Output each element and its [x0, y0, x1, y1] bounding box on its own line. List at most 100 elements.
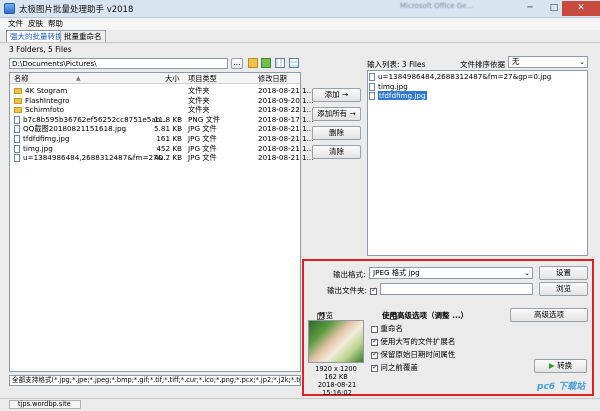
file-icon — [14, 115, 20, 124]
menu-bar: 文件 皮肤 帮助 — [0, 18, 600, 30]
menu-file[interactable]: 文件 — [6, 18, 25, 30]
file-name: Schirmfoto — [25, 105, 65, 115]
option-checkbox[interactable] — [371, 350, 378, 359]
option-label: 重命名 — [380, 324, 403, 333]
chevron-down-icon: ⌄ — [524, 269, 530, 277]
input-list-label: 输入列表: 3 Files — [367, 60, 426, 69]
file-type: JPG 文件 — [188, 153, 217, 163]
convert-button[interactable]: ▶ 转换 — [534, 359, 587, 373]
file-row[interactable]: FlashIntegro 文件夹 2018-09-20 1... — [10, 95, 313, 106]
view-icons-icon[interactable] — [275, 58, 285, 68]
sort-select[interactable]: 无 ⌄ — [508, 56, 588, 68]
input-item-name: timg.jpg — [378, 81, 408, 91]
file-date: 2018-08-21 1... — [258, 86, 314, 95]
file-date: 2018-08-21 1... — [258, 153, 314, 163]
file-row[interactable]: timg.jpg 452 KB JPG 文件 2018-08-21 1... — [10, 143, 313, 154]
input-list-item[interactable]: tfdfdfimg.jpg — [369, 91, 427, 101]
file-date: 2018-08-22 1... — [258, 105, 314, 115]
file-icon — [14, 144, 20, 153]
advanced-options-label: 使用高级选项（调整 ...） — [382, 311, 469, 320]
option-row: 保留原始日期时间属性 — [371, 350, 455, 360]
preview-date: 2018-08-21 15:16:02 — [317, 381, 357, 397]
file-type: JPG 文件 — [188, 134, 217, 143]
sort-select-value: 无 — [512, 57, 520, 66]
output-folder-input[interactable] — [380, 283, 533, 295]
file-filter-select[interactable]: 全部支持格式(*.jpg;*.jpe;*.jpeg;*.bmp;*.gif;*.… — [9, 375, 301, 386]
minimize-button[interactable]: ─ — [518, 1, 542, 16]
menu-skin[interactable]: 皮肤 — [26, 18, 45, 30]
preview-image — [308, 320, 364, 363]
option-row: 使用大写的文件扩展名 — [371, 337, 455, 347]
file-rows: 4K Stogram 文件夹 2018-08-21 1... FlashIntegro… — [10, 86, 313, 206]
file-type: 文件夹 — [188, 95, 210, 105]
folder-icon — [14, 88, 22, 94]
file-row[interactable]: QQ截图20180821151618.jpg 5.81 KB JPG 文件 2018-… — [10, 124, 313, 134]
path-input[interactable]: D:\Documents\Pictures\ — [9, 58, 228, 69]
clear-button[interactable]: 清除 — [312, 145, 361, 159]
output-settings-panel: 输出格式: JPEG 格式 jpg ⌄ 设置 输出文件夹: 浏览 预览 1920… — [302, 259, 594, 397]
file-row[interactable]: Schirmfoto 文件夹 2018-08-22 1... — [10, 105, 313, 115]
input-item-name: tfdfdfimg.jpg — [378, 91, 427, 101]
option-list: 重命名 使用大写的文件扩展名 保留原始日期时间属性 问之前覆盖 — [371, 324, 521, 376]
view-details-icon[interactable] — [289, 58, 299, 68]
remove-button[interactable]: 删除 — [312, 126, 361, 140]
tab-divider — [0, 42, 600, 43]
option-checkbox[interactable] — [371, 363, 378, 372]
file-name: b7c8b595b36762ef56252cc8751e5ab... — [23, 114, 168, 124]
tab-batch-convert[interactable]: 强大的批量转换 — [6, 30, 67, 42]
file-icon — [14, 125, 20, 134]
folder-summary: 3 Folders, 5 Files — [9, 45, 72, 54]
file-type: PNG 文件 — [188, 114, 220, 124]
input-list-item[interactable]: u=1384986484,2688312487&fm=27&gp=0.jpg — [369, 72, 551, 82]
file-row[interactable]: 4K Stogram 文件夹 2018-08-21 1... — [10, 86, 313, 96]
add-all-button[interactable]: 添加所有 → — [312, 107, 361, 121]
option-checkbox[interactable] — [371, 337, 378, 346]
file-date: 2018-08-17 1... — [258, 114, 314, 124]
column-type[interactable]: 项目类型 — [188, 73, 217, 84]
input-list-item[interactable]: timg.jpg — [369, 82, 408, 92]
column-size[interactable]: 大小 — [165, 73, 179, 84]
folder-icon — [14, 107, 22, 114]
advanced-options-button[interactable]: 高级选项 — [510, 308, 588, 322]
output-format-select[interactable]: JPEG 格式 jpg ⌄ — [369, 267, 533, 279]
file-size: 11.8 KB — [154, 114, 182, 124]
file-date: 2018-08-21 1... — [258, 134, 314, 143]
play-icon: ▶ — [548, 361, 555, 370]
file-size: 5.81 KB — [154, 124, 182, 134]
settings-button[interactable]: 设置 — [539, 266, 588, 280]
file-row[interactable]: u=1384986484,2688312487&fm=27&... 40.7 KB… — [10, 153, 313, 163]
new-folder-icon[interactable] — [261, 58, 271, 68]
option-row: 问之前覆盖 — [371, 363, 418, 373]
menu-help[interactable]: 帮助 — [46, 18, 65, 30]
file-list-header: 名称 ▲ 大小 项目类型 修改日期 — [10, 73, 300, 84]
sort-arrow-icon: ▲ — [76, 75, 81, 82]
browse-button[interactable]: 浏览 — [539, 282, 588, 296]
folder-up-icon[interactable] — [248, 58, 258, 68]
file-date: 2018-08-21 1... — [258, 124, 314, 134]
add-button[interactable]: 添加 → — [312, 88, 361, 102]
tab-batch-rename[interactable]: 批量重命名 — [60, 30, 106, 42]
preview-file-size: 162 KB — [324, 373, 348, 381]
file-type: JPG 文件 — [188, 143, 217, 153]
column-name[interactable]: 名称 — [14, 73, 28, 84]
file-row[interactable]: b7c8b595b36762ef56252cc8751e5ab... 11.8 K… — [10, 114, 313, 125]
file-name: FlashIntegro — [25, 95, 70, 105]
input-item-name: u=1384986484,2688312487&fm=27&gp=0.jpg — [378, 72, 552, 81]
file-name: QQ截图20180821151618.jpg — [23, 124, 127, 134]
output-folder-label: 输出文件夹: — [327, 286, 368, 295]
file-size: 452 KB — [156, 143, 182, 153]
watermark-logo: pc6 下载站 — [537, 382, 586, 392]
file-icon — [14, 135, 20, 143]
file-row[interactable]: tfdfdfimg.jpg 161 KB JPG 文件 2018-08-21 1... — [10, 134, 313, 144]
option-label: 问之前覆盖 — [380, 363, 418, 372]
convert-label: 转换 — [557, 361, 573, 370]
option-row: 重命名 — [371, 324, 403, 334]
column-date[interactable]: 修改日期 — [258, 73, 287, 84]
title-bar: 太极图片批量处理助手 v2018 Microsoft Office Ge... … — [0, 0, 600, 18]
path-browse-button[interactable]: ... — [231, 58, 243, 69]
file-name: 4K Stogram — [25, 86, 68, 95]
output-folder-checkbox[interactable] — [370, 286, 377, 295]
option-checkbox[interactable] — [371, 325, 378, 333]
close-button[interactable]: ✕ — [562, 1, 600, 16]
file-icon — [369, 82, 375, 91]
